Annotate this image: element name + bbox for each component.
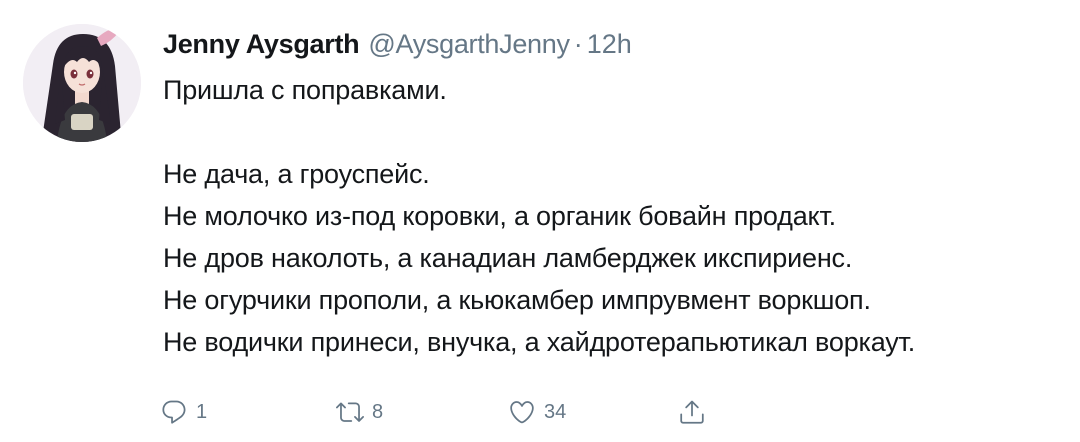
tweet-line: Не молочко из-под коровки, а органик бов… <box>163 201 836 231</box>
tweet-header: Jenny Aysgarth @AysgarthJenny · 12h <box>163 22 632 66</box>
tweet-timestamp[interactable]: 12h <box>587 22 632 66</box>
reply-button[interactable]: 1 <box>160 394 207 430</box>
reply-count: 1 <box>196 400 208 423</box>
separator-dot: · <box>573 29 583 59</box>
tweet-line: Не дача, а гроуспейс. <box>163 159 430 189</box>
author-handle[interactable]: @AysgarthJenny <box>368 22 570 66</box>
heart-icon <box>510 401 534 424</box>
tweet-actions: 1 8 34 <box>160 394 720 430</box>
retweet-button[interactable]: 8 <box>336 394 383 430</box>
retweet-icon <box>336 402 364 422</box>
like-count: 34 <box>544 400 567 423</box>
tweet-line: Не огурчики прополи, а кьюкамбер импрувм… <box>163 285 871 315</box>
tweet-line: Пришла с поправками. <box>163 75 447 105</box>
reply-icon <box>162 400 186 424</box>
retweet-count: 8 <box>372 400 384 423</box>
tweet-line: Не дров наколоть, а канадиан ламберджек … <box>163 243 853 273</box>
tweet-text: Пришла с поправками. Не дача, а гроуспей… <box>163 69 1063 363</box>
tweet-line: Не водички принеси, внучка, а хайдротера… <box>163 327 916 357</box>
avatar[interactable] <box>23 24 141 142</box>
like-button[interactable]: 34 <box>508 394 566 430</box>
avatar-image <box>23 24 141 142</box>
author-name[interactable]: Jenny Aysgarth <box>163 22 360 66</box>
share-icon <box>680 400 704 424</box>
share-button[interactable] <box>678 394 706 430</box>
